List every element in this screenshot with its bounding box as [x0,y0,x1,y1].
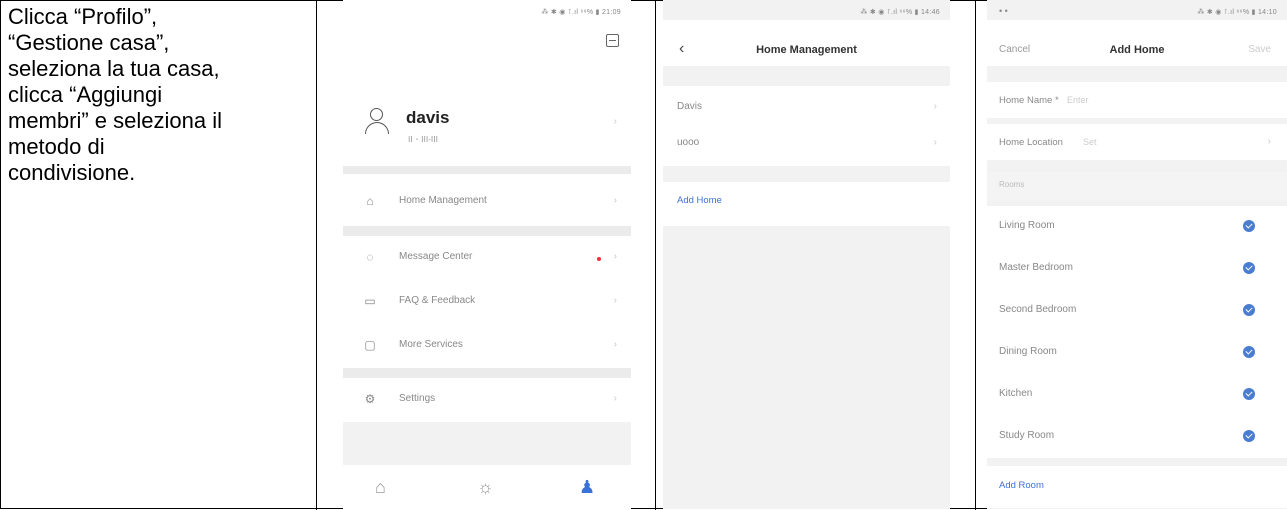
room-name: Living Room [999,220,1055,231]
avatar-icon[interactable] [365,108,389,134]
instruction-text: Clicca “Profilo”, “Gestione casa”, selez… [8,4,222,185]
room-item[interactable]: Dining Room [987,332,1287,374]
menu-item-label: Message Center [399,251,473,262]
room-name: Second Bedroom [999,304,1077,315]
menu-item-more-services[interactable]: ▢ More Services › [343,324,631,368]
bottom-tab-bar: ⌂ ☼ ♟ [343,465,631,509]
menu-item-label: More Services [399,339,463,350]
smart-tab-icon[interactable]: ☼ [477,477,494,498]
home-name: uooo [677,137,700,148]
menu-item-home-management[interactable]: ⌂ Home Management › [343,180,631,226]
username[interactable]: davis [406,108,449,128]
room-item[interactable]: Study Room [987,416,1287,458]
section-label: Rooms [999,180,1025,189]
menu-item-label: Home Management [399,195,487,206]
chevron-right-icon: › [613,393,617,404]
menu-item-settings[interactable]: ⚙ Settings › [343,378,631,422]
add-home-link[interactable]: Add Home [677,195,722,206]
faq-icon: ▭ [364,294,376,308]
check-icon[interactable] [1243,430,1255,442]
room-name: Study Room [999,430,1055,441]
chevron-right-icon: › [613,295,617,306]
field-label: Home Location [999,137,1063,148]
room-item[interactable]: Living Room [987,206,1287,248]
chevron-right-icon: › [613,251,617,262]
check-icon[interactable] [1243,304,1255,316]
menu-item-message-center[interactable]: ◌ Message Center › [343,236,631,280]
add-home-screenshot: • • ⁂ ✱ ◉ ⊺.ıl ⁶⁶% ▮ 14:10 Cancel Add Ho… [987,0,1287,509]
status-bar: ⁂ ✱ ◉ ⊺.ıl ⁶⁶% ▮ 14:10 [1197,9,1277,16]
room-name: Dining Room [999,346,1057,357]
home-list-item[interactable]: uooo › [663,122,950,166]
add-room-row[interactable]: Add Room [987,466,1287,508]
check-icon[interactable] [1243,220,1255,232]
check-icon[interactable] [1243,346,1255,358]
check-icon[interactable] [1243,262,1255,274]
chevron-right-icon: › [613,195,617,206]
message-icon: ◌ [366,250,374,264]
chevron-right-icon: › [1267,136,1271,147]
status-bar: ⁂ ✱ ◉ ⊺.ıl ⁶⁶% ▮ 14:46 [860,9,940,16]
home-tab-icon[interactable]: ⌂ [375,477,386,498]
room-item[interactable]: Second Bedroom [987,290,1287,332]
home-name: Davis [677,101,703,112]
status-bar: ⁂ ✱ ◉ ⊺.ıl ⁶⁶% ▮ 21:09 [541,9,621,16]
room-item[interactable]: Kitchen [987,374,1287,416]
chevron-right-icon: › [933,101,937,112]
home-location-field[interactable]: Home Location Set › [987,124,1287,160]
navigation-bar: Cancel Add Home Save [987,20,1287,66]
home-icon: ⌂ [366,194,374,208]
home-name-input[interactable]: Enter [1067,95,1089,105]
rooms-header: Rooms [987,172,1287,200]
navigation-bar: ‹ Home Management [663,20,950,66]
field-label: Home Name * [999,95,1059,106]
settings-icon: ⚙ [364,392,376,406]
scan-icon[interactable] [606,34,619,47]
user-subtitle: ⵏⵏ ･ ⵏⵏⵏ-ⵏⵏⵏ [408,135,438,144]
column-divider [975,1,976,510]
chevron-right-icon: › [613,339,617,350]
home-location-value[interactable]: Set [1083,137,1097,147]
section-divider [343,368,631,378]
room-name: Kitchen [999,388,1033,399]
profile-screenshot: ⁂ ✱ ◉ ⊺.ıl ⁶⁶% ▮ 21:09 davis ⵏⵏ ･ ⵏⵏⵏ-ⵏⵏ… [343,0,631,509]
unread-badge [597,257,601,261]
menu-item-faq-feedback[interactable]: ▭ FAQ & Feedback › [343,280,631,324]
room-item[interactable]: Master Bedroom [987,248,1287,290]
column-divider [316,1,317,510]
page-title: Add Home [1109,44,1165,56]
profile-tab-icon[interactable]: ♟ [579,477,595,498]
room-name: Master Bedroom [999,262,1073,273]
menu-item-label: FAQ & Feedback [399,295,476,306]
status-dots: • • [999,6,1008,16]
add-room-link[interactable]: Add Room [999,480,1044,491]
menu-item-label: Settings [399,393,436,404]
page-title: Home Management [756,44,857,56]
section-divider [343,226,631,236]
home-name-field[interactable]: Home Name * Enter [987,82,1287,118]
section-divider [343,166,631,174]
save-button[interactable]: Save [1248,44,1271,55]
column-divider [655,1,656,510]
chevron-right-icon: › [613,116,617,127]
services-icon: ▢ [364,338,376,352]
chevron-right-icon: › [933,137,937,148]
add-home-row[interactable]: Add Home [663,182,950,226]
home-management-screenshot: ⁂ ✱ ◉ ⊺.ıl ⁶⁶% ▮ 14:46 ‹ Home Management… [663,0,950,509]
check-icon[interactable] [1243,388,1255,400]
